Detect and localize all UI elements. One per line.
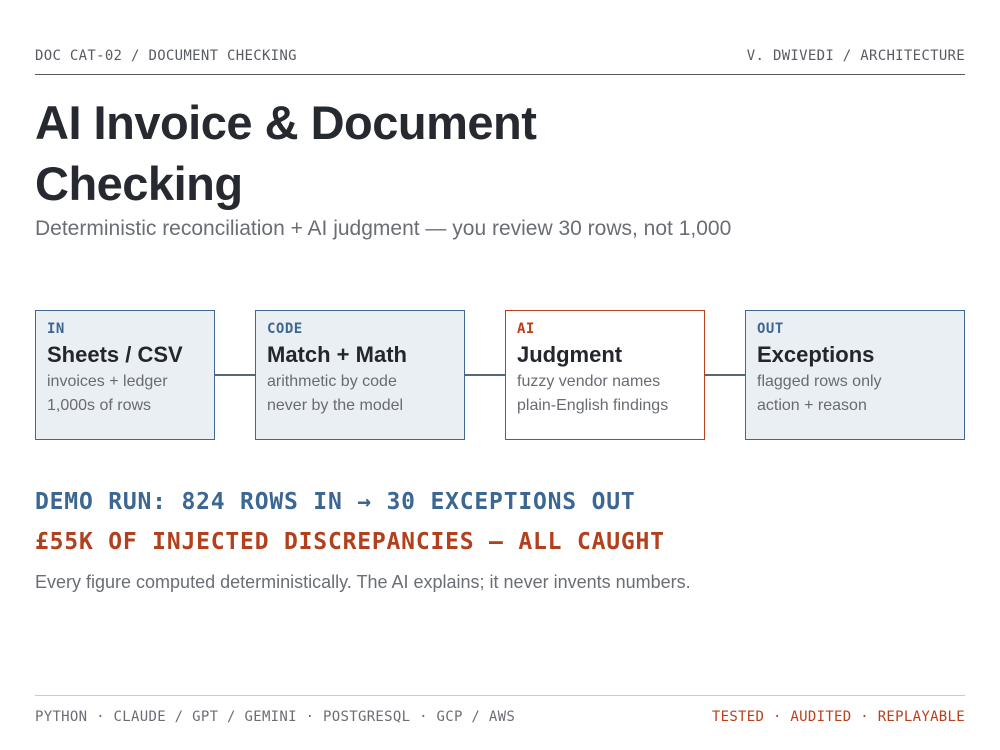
node-detail: 1,000s of rows [47, 397, 152, 414]
qualities-label: TESTED · AUDITED · REPLAYABLE [711, 709, 965, 725]
connector-code-ai [465, 374, 505, 376]
node-detail: plain-English findings [517, 397, 669, 414]
node-title: Match + Math [267, 342, 407, 367]
author-label: V. DWIVEDI / ARCHITECTURE [746, 48, 965, 64]
node-code: CODE Match + Math arithmetic by code nev… [255, 310, 465, 440]
node-tag: CODE [267, 321, 303, 337]
page-subtitle: Deterministic reconciliation + AI judgme… [35, 217, 732, 240]
node-detail: arithmetic by code [267, 373, 397, 390]
deterministic-note: Every figure computed deterministically.… [35, 572, 691, 592]
node-tag: IN [47, 321, 65, 337]
node-in: IN Sheets / CSV invoices + ledger 1,000s… [35, 310, 215, 440]
node-detail: fuzzy vendor names [517, 373, 661, 390]
tech-stack-label: PYTHON · CLAUDE / GPT / GEMINI · POSTGRE… [35, 709, 516, 725]
node-detail: never by the model [267, 397, 404, 414]
header-bar: DOC CAT-02 / DOCUMENT CHECKING V. DWIVED… [35, 48, 965, 75]
page-title: AI Invoice & Document Checking [35, 96, 537, 210]
demo-run-stat: DEMO RUN: 824 ROWS IN → 30 EXCEPTIONS OU… [35, 489, 636, 515]
discrepancies-stat: £55K OF INJECTED DISCREPANCIES — ALL CAU… [35, 529, 665, 555]
node-detail: invoices + ledger [47, 373, 168, 390]
node-out: OUT Exceptions flagged rows only action … [745, 310, 965, 440]
footer-bar: PYTHON · CLAUDE / GPT / GEMINI · POSTGRE… [35, 695, 965, 725]
node-tag: OUT [757, 321, 784, 337]
doc-category-label: DOC CAT-02 / DOCUMENT CHECKING [35, 48, 297, 64]
connector-in-code [215, 374, 255, 376]
node-ai: AI Judgment fuzzy vendor names plain-Eng… [505, 310, 705, 440]
node-detail: action + reason [757, 397, 867, 414]
connector-ai-out [705, 374, 745, 376]
pipeline-diagram: IN Sheets / CSV invoices + ledger 1,000s… [35, 310, 965, 440]
node-tag: AI [517, 321, 535, 337]
node-title: Exceptions [757, 342, 875, 367]
node-detail: flagged rows only [757, 373, 882, 390]
node-title: Judgment [517, 342, 623, 367]
node-title: Sheets / CSV [47, 342, 183, 367]
